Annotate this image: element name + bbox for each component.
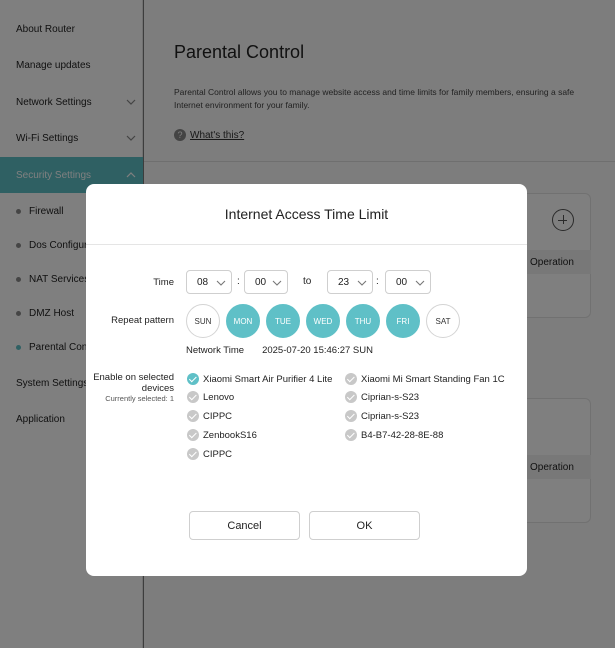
device-checkbox[interactable]: Xiaomi Mi Smart Standing Fan 1C xyxy=(345,373,505,385)
day-toggle-thu[interactable]: THU xyxy=(346,304,380,338)
device-name: Xiaomi Smart Air Purifier 4 Lite xyxy=(203,373,333,385)
device-name: Xiaomi Mi Smart Standing Fan 1C xyxy=(361,373,505,385)
network-time-label: Network Time xyxy=(186,345,245,356)
day-label: WED xyxy=(313,316,333,326)
chevron-down-icon xyxy=(216,280,226,286)
day-label: MON xyxy=(233,316,253,326)
enable-devices-label: Enable on selected devices xyxy=(93,372,174,394)
currently-selected-count: Currently selected: 1 xyxy=(105,394,174,403)
check-circle-icon xyxy=(345,391,357,403)
start-hour-select[interactable]: 08 xyxy=(186,270,232,294)
day-toggle-tue[interactable]: TUE xyxy=(266,304,300,338)
check-circle-icon xyxy=(187,410,199,422)
check-circle-icon xyxy=(187,448,199,460)
start-minute-value: 00 xyxy=(255,276,267,288)
network-time-value: 2025-07-20 15:46:27 SUN xyxy=(262,345,373,356)
device-checkbox[interactable]: CIPPC xyxy=(187,410,232,422)
end-hour-select[interactable]: 23 xyxy=(327,270,373,294)
check-circle-icon xyxy=(345,410,357,422)
start-minute-select[interactable]: 00 xyxy=(244,270,288,294)
day-label: FRI xyxy=(396,316,410,326)
cancel-button[interactable]: Cancel xyxy=(189,511,300,540)
network-time: Network Time 2025-07-20 15:46:27 SUN xyxy=(186,345,373,356)
chevron-down-icon xyxy=(272,280,282,286)
time-colon: : xyxy=(237,276,240,287)
check-circle-icon xyxy=(187,391,199,403)
time-label: Time xyxy=(153,277,174,288)
end-hour-value: 23 xyxy=(338,276,350,288)
device-name: Ciprian-s-S23 xyxy=(361,410,420,422)
day-toggle-mon[interactable]: MON xyxy=(226,304,260,338)
check-circle-icon xyxy=(187,429,199,441)
to-label: to xyxy=(303,276,312,287)
device-checkbox[interactable]: Lenovo xyxy=(187,391,234,403)
chevron-down-icon xyxy=(357,280,367,286)
device-name: CIPPC xyxy=(203,448,233,460)
start-hour-value: 08 xyxy=(197,276,209,288)
ok-button[interactable]: OK xyxy=(309,511,420,540)
day-toggle-wed[interactable]: WED xyxy=(306,304,340,338)
device-name: ZenbookS16 xyxy=(203,429,257,441)
divider xyxy=(86,244,527,245)
chevron-down-icon xyxy=(415,280,425,286)
device-checkbox[interactable]: Ciprian-s-S23 xyxy=(345,410,419,422)
device-checkbox[interactable]: Ciprian-s-S23 xyxy=(345,391,419,403)
device-name: Lenovo xyxy=(203,391,235,403)
device-name: CIPPC xyxy=(203,410,233,422)
check-circle-icon xyxy=(187,373,199,385)
time-colon: : xyxy=(376,276,379,287)
device-checkbox[interactable]: Xiaomi Smart Air Purifier 4 Lite xyxy=(187,373,332,385)
day-label: SUN xyxy=(194,316,212,326)
day-label: THU xyxy=(354,316,372,326)
end-minute-select[interactable]: 00 xyxy=(385,270,431,294)
device-name: B4-B7-42-28-8E-88 xyxy=(361,429,444,441)
day-toggle-sat[interactable]: SAT xyxy=(426,304,460,338)
time-limit-dialog: Internet Access Time Limit Time 08 : 00 … xyxy=(86,184,527,576)
check-circle-icon xyxy=(345,429,357,441)
repeat-pattern-label: Repeat pattern xyxy=(111,315,174,326)
day-label: SAT xyxy=(435,316,451,326)
device-checkbox[interactable]: B4-B7-42-28-8E-88 xyxy=(345,429,443,441)
end-minute-value: 00 xyxy=(396,276,408,288)
device-name: Ciprian-s-S23 xyxy=(361,391,420,403)
check-circle-icon xyxy=(345,373,357,385)
day-toggle-fri[interactable]: FRI xyxy=(386,304,420,338)
day-toggle-sun[interactable]: SUN xyxy=(186,304,220,338)
dialog-title: Internet Access Time Limit xyxy=(224,206,389,222)
day-label: TUE xyxy=(275,316,291,326)
device-checkbox[interactable]: ZenbookS16 xyxy=(187,429,257,441)
device-checkbox[interactable]: CIPPC xyxy=(187,448,232,460)
